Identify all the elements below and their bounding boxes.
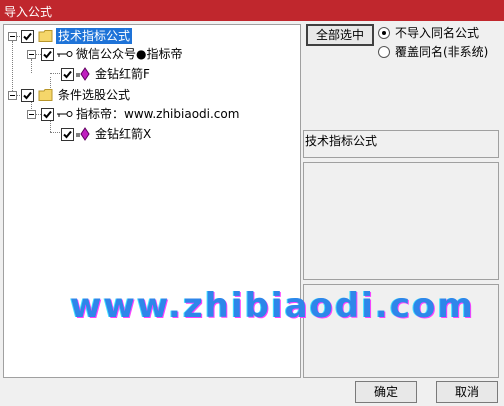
node-checkbox[interactable] <box>41 48 54 61</box>
diamond-icon <box>76 67 90 81</box>
tree-node[interactable]: 条件选股公式 <box>4 86 164 104</box>
folder-icon <box>38 30 53 42</box>
node-checkbox[interactable] <box>41 108 54 121</box>
node-checkbox[interactable] <box>21 89 34 102</box>
formula-type-label: 技术指标公式 <box>305 134 378 148</box>
tree-node[interactable]: 技术指标公式 <box>4 27 164 45</box>
no-import-radio[interactable] <box>378 27 390 39</box>
formula-detail-box[interactable] <box>303 162 499 280</box>
node-checkbox[interactable] <box>61 68 74 81</box>
diamond-icon <box>76 127 90 141</box>
node-checkbox[interactable] <box>21 30 34 43</box>
cancel-button[interactable]: 取消 <box>436 381 498 403</box>
tree-node-label: 条件选股公式 <box>58 88 131 102</box>
collapse-toggle[interactable] <box>27 110 36 119</box>
tree-node-label: 技术指标公式 <box>56 28 133 44</box>
select-all-button[interactable]: 全部选中 <box>306 24 374 46</box>
collapse-toggle[interactable] <box>8 91 17 100</box>
tree-node-label: 金钻红箭X <box>95 127 152 141</box>
ok-button[interactable]: 确定 <box>355 381 417 403</box>
no-import-label[interactable]: 不导入同名公式 <box>395 25 479 41</box>
overwrite-radio[interactable] <box>378 46 390 58</box>
tree-node[interactable]: 金钻红箭X <box>4 125 204 143</box>
formula-type-box: 技术指标公式 <box>303 130 499 158</box>
tree-node-label: 微信公众号●指标帝 <box>76 47 183 61</box>
folder-icon <box>38 89 53 101</box>
window-title: 导入公式 <box>4 5 53 19</box>
key-icon <box>57 51 73 57</box>
overwrite-label[interactable]: 覆盖同名(非系统) <box>395 44 488 60</box>
key-icon <box>57 111 73 117</box>
collapse-toggle[interactable] <box>8 32 17 41</box>
title-bar[interactable]: 导入公式 <box>0 0 504 21</box>
tree-node-label: 金钻红箭F <box>95 67 150 81</box>
collapse-toggle[interactable] <box>27 50 36 59</box>
tree-node[interactable]: 金钻红箭F <box>4 65 204 83</box>
node-checkbox[interactable] <box>61 128 74 141</box>
watermark-text: www.zhibiaodi.com <box>70 286 475 326</box>
tree-node[interactable]: 微信公众号●指标帝 <box>4 45 204 63</box>
button-bar: 确定 取消 <box>0 378 504 406</box>
tree-node-label: 指标帝：www.zhibiaodi.com <box>76 107 240 121</box>
tree-node[interactable]: 指标帝：www.zhibiaodi.com <box>4 105 264 123</box>
